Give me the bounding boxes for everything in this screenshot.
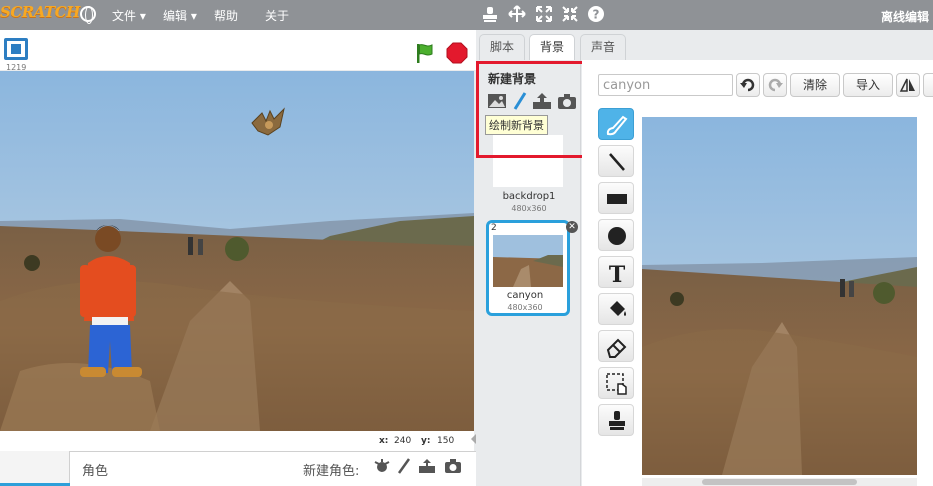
- redo-button[interactable]: [763, 73, 787, 97]
- stop-button[interactable]: [446, 42, 468, 64]
- stamp-tool[interactable]: [598, 404, 634, 436]
- editor-tabs: 脚本 背景 声音: [477, 30, 933, 60]
- paint-editor: 清除 导入 T: [582, 60, 933, 486]
- stage-canvas[interactable]: [0, 71, 474, 431]
- paint-sprite-icon[interactable]: [395, 458, 413, 474]
- fullscreen-button[interactable]: [4, 38, 28, 60]
- delete-backdrop-icon[interactable]: ✕: [566, 221, 578, 233]
- rectangle-tool[interactable]: [598, 182, 634, 214]
- menu-bar: SCRATCH 文件 ▾ 编辑 ▾ 帮助 关于 ? 离线编辑: [0, 0, 933, 30]
- camera-sprite-icon[interactable]: [444, 458, 462, 474]
- undo-icon: [740, 78, 755, 92]
- eraser-tool[interactable]: [598, 330, 634, 362]
- canyon-backdrop-item[interactable]: 2 ✕ canyon 480x360: [486, 220, 578, 316]
- new-sprite-label: 新建角色:: [303, 464, 360, 479]
- x-value: 240: [394, 436, 412, 446]
- costume-name-input[interactable]: [598, 74, 733, 96]
- ellipse-icon: [608, 227, 626, 245]
- crosshair-icon[interactable]: [508, 5, 526, 23]
- green-flag-button[interactable]: [414, 42, 436, 64]
- rectangle-icon: [607, 194, 627, 204]
- import-button[interactable]: 导入: [843, 73, 893, 97]
- menu-edit[interactable]: 编辑 ▾: [163, 7, 197, 24]
- ellipse-tool[interactable]: [598, 219, 634, 251]
- highlight-annotation-box: [476, 61, 585, 158]
- text-icon: T: [609, 262, 626, 285]
- svg-text:?: ?: [593, 8, 600, 22]
- select-icon: [606, 373, 627, 395]
- canyon-size: 480x360: [507, 303, 543, 312]
- sprite-pane-header: 角色 新建角色:: [0, 451, 476, 486]
- help-icon[interactable]: ?: [587, 5, 605, 23]
- line-tool[interactable]: [598, 145, 634, 177]
- line-icon: [609, 153, 625, 171]
- stamp-icon: [609, 411, 625, 430]
- tab-scripts[interactable]: 脚本: [479, 34, 526, 60]
- y-value: 150: [437, 436, 455, 446]
- flip-vertical-button[interactable]: [923, 73, 933, 97]
- globe-icon[interactable]: [80, 6, 96, 24]
- fill-icon: [610, 301, 626, 316]
- choose-sprite-icon[interactable]: [373, 458, 391, 474]
- stage-header: 1219: [0, 30, 476, 72]
- canvas-horizontal-scrollbar[interactable]: [642, 478, 917, 486]
- upload-sprite-icon[interactable]: [418, 458, 436, 474]
- svg-text:T: T: [609, 262, 626, 285]
- mouse-coordinates: x: 240 y: 150: [0, 431, 474, 451]
- undo-button[interactable]: [736, 73, 760, 97]
- canyon-backdrop-image: [0, 71, 474, 431]
- brush-icon: [606, 115, 628, 136]
- menu-file[interactable]: 文件 ▾: [112, 7, 146, 24]
- scratch-logo[interactable]: SCRATCH: [0, 3, 80, 21]
- shrink-icon[interactable]: [561, 5, 579, 23]
- sprites-title: 角色: [82, 464, 109, 479]
- redo-icon: [768, 78, 783, 92]
- menu-about[interactable]: 关于: [265, 7, 289, 24]
- brush-tool[interactable]: [598, 108, 634, 140]
- offline-edit-label: 离线编辑: [880, 10, 929, 24]
- select-tool[interactable]: [598, 367, 634, 399]
- backdrop1-name: backdrop1: [502, 191, 556, 202]
- backdrop-number: 2: [491, 223, 497, 233]
- x-label: x:: [379, 436, 389, 446]
- fill-tool[interactable]: [598, 293, 634, 325]
- clear-button[interactable]: 清除: [790, 73, 840, 97]
- text-tool[interactable]: T: [598, 256, 634, 288]
- stage-thumbnail-tab[interactable]: [0, 451, 70, 486]
- paint-canvas[interactable]: [642, 117, 917, 475]
- canyon-thumbnail: [493, 235, 563, 287]
- menu-help[interactable]: 帮助: [214, 7, 238, 24]
- y-label: y:: [421, 436, 431, 446]
- eraser-icon: [606, 338, 627, 358]
- stamp-icon[interactable]: [482, 6, 498, 24]
- flip-horizontal-button[interactable]: [896, 73, 920, 97]
- flip-horizontal-icon: [899, 78, 915, 92]
- backdrop1-size: 480x360: [511, 204, 547, 213]
- grow-icon[interactable]: [535, 5, 553, 23]
- tab-sounds[interactable]: 声音: [580, 34, 627, 60]
- canyon-name: canyon: [506, 290, 544, 301]
- tab-backdrops[interactable]: 背景: [529, 34, 576, 60]
- canyon-canvas-image: [642, 117, 917, 475]
